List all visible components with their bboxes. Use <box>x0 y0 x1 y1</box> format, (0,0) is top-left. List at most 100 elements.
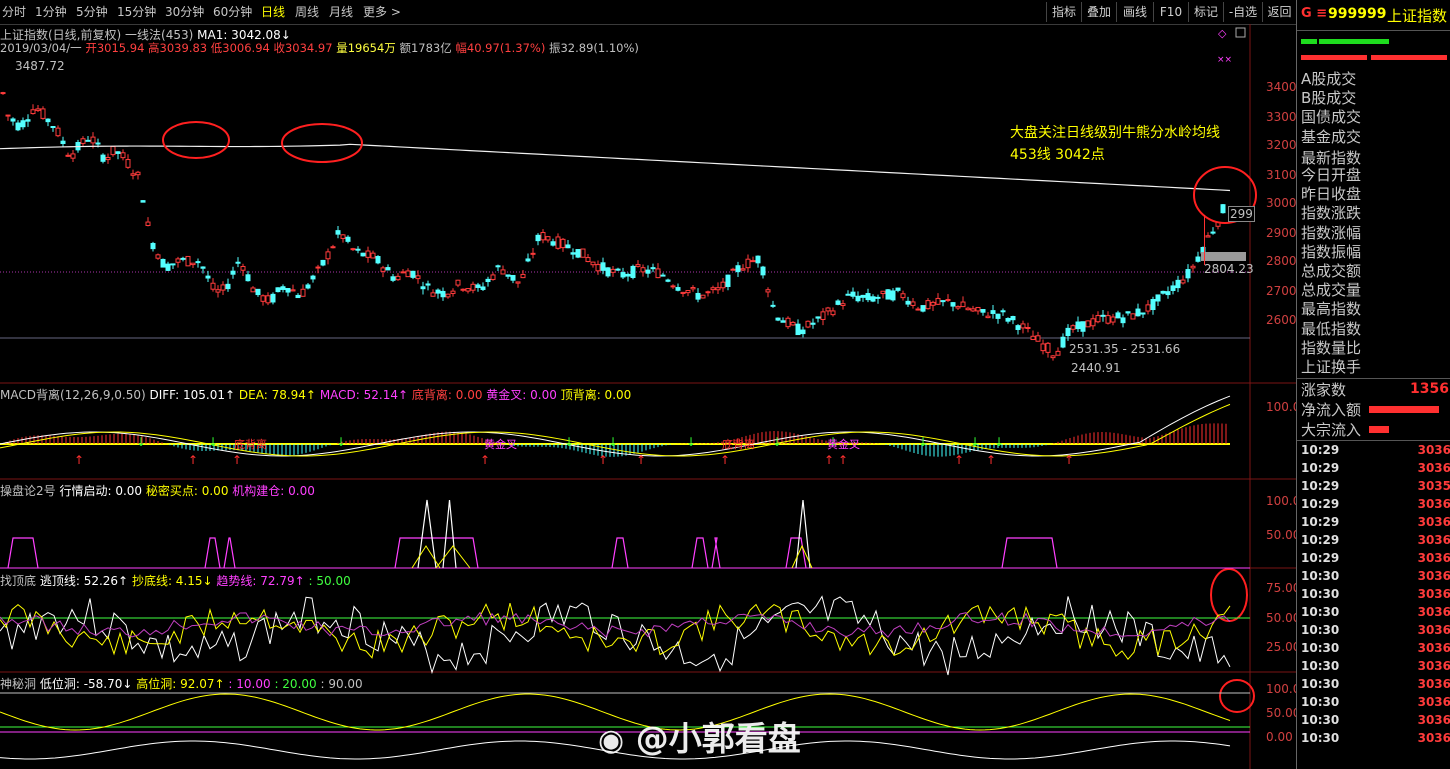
macd-dea: DEA: 78.94↑ <box>238 388 316 402</box>
period-tab-weekly[interactable]: 周线 <box>295 3 319 20</box>
period-tab-1min[interactable]: 1分钟 <box>35 3 67 20</box>
candle-body <box>880 290 886 295</box>
candle-body <box>280 286 286 290</box>
candle-body <box>560 238 566 249</box>
candle-body <box>160 258 166 268</box>
candle-body <box>170 263 176 266</box>
period-tab-more[interactable]: 更多 > <box>363 3 401 20</box>
candle-body <box>760 266 766 276</box>
candle-body <box>715 287 721 291</box>
bar-amount: 额1783亿 <box>399 41 452 55</box>
candle-body <box>690 287 696 290</box>
candle-body <box>175 258 181 263</box>
candle-body <box>1085 320 1091 328</box>
indicator-button[interactable]: 指标 <box>1046 2 1081 22</box>
quote-panel: G ≡ 999999 上证指数 A股成交 B股成交 国债成交 基金成交 最新指数 今日开盘… <box>1296 0 1450 769</box>
candle-body <box>355 248 361 251</box>
candle-body <box>660 274 666 277</box>
watchlist-button[interactable]: -自选 <box>1223 2 1262 22</box>
f10-button[interactable]: F10 <box>1153 2 1188 22</box>
candle-body <box>980 309 986 313</box>
bar-low: 低3006.94 <box>210 41 270 55</box>
candle-body <box>545 236 551 241</box>
candle-body <box>700 294 706 299</box>
range-label: 2531.35 - 2531.66 <box>1069 342 1181 356</box>
candle-body <box>1030 335 1036 341</box>
price-axis-3400: 3400 <box>1266 80 1297 94</box>
candle-body <box>555 236 561 249</box>
rise-count-label: 涨家数 <box>1301 381 1347 399</box>
macd-up-arrow: ↑ <box>720 453 730 467</box>
candle-body <box>445 293 451 298</box>
overlay-button[interactable]: 叠加 <box>1081 2 1116 22</box>
period-tab-15min[interactable]: 15分钟 <box>117 3 156 20</box>
candle-body <box>965 307 971 311</box>
candle-body <box>785 317 791 328</box>
candle-body <box>765 289 771 293</box>
bar-change: 幅40.97(1.37%) <box>455 41 546 55</box>
candle-body <box>860 294 866 298</box>
candle-body <box>915 308 921 311</box>
candle-body <box>610 268 616 273</box>
macd-up-arrow: ↑ <box>232 453 242 467</box>
candle-body <box>930 301 936 306</box>
candle-body <box>395 275 401 281</box>
candle-body <box>365 250 371 258</box>
mark-button[interactable]: 标记 <box>1188 2 1223 22</box>
candle-body <box>335 230 341 235</box>
period-tab-monthly[interactable]: 月线 <box>329 3 353 20</box>
candle-body <box>410 270 416 278</box>
low-price-label: 2440.91 <box>1071 361 1121 375</box>
candle-body <box>320 259 326 266</box>
divider-2 <box>1297 440 1450 441</box>
candle-body <box>680 291 686 294</box>
shenmi-l2: 高位洞: 92.07↑ <box>136 677 225 691</box>
period-tab-5min[interactable]: 5分钟 <box>76 3 108 20</box>
tick-value: 3036 <box>1417 659 1450 673</box>
period-tab-30min[interactable]: 30分钟 <box>165 3 204 20</box>
candle-body <box>1190 265 1196 269</box>
period-tab-fenshi[interactable]: 分时 <box>2 3 26 20</box>
tick-value: 3036 <box>1417 677 1450 691</box>
quote-label-12: 最高指数 <box>1301 300 1362 319</box>
period-tab-daily[interactable]: 日线 <box>261 3 285 20</box>
price-axis-3300: 3300 <box>1266 110 1297 124</box>
macd-up-arrow: ↑ <box>74 453 84 467</box>
tick-time: 10:29 <box>1301 479 1340 493</box>
caopan-signal <box>611 537 629 569</box>
candle-body <box>725 274 731 287</box>
caopan-signal <box>204 537 221 569</box>
watermark-text: @小郭看盘 <box>635 719 801 758</box>
candle-body <box>420 286 426 290</box>
candle-body <box>15 122 21 131</box>
caopan-l2: 秘密买点: 0.00 <box>145 484 229 498</box>
macd-mark-3: 底背离 <box>722 438 755 451</box>
candle-body <box>30 109 36 115</box>
highlight-circle <box>1210 568 1248 622</box>
candle-body <box>220 284 226 291</box>
period-tab-60min[interactable]: 60分钟 <box>213 3 252 20</box>
highlight-circle <box>281 123 363 163</box>
candle-body <box>50 125 56 128</box>
tick-value: 3036 <box>1417 569 1450 583</box>
back-button[interactable]: 返回 <box>1262 2 1296 22</box>
ohlc-line: 2019/03/04/一 开3015.94 高3039.83 低3006.94 … <box>0 40 639 56</box>
tick-time: 10:30 <box>1301 569 1340 583</box>
quote-label-10: 总成交额 <box>1301 262 1362 280</box>
tick-time: 10:30 <box>1301 677 1340 691</box>
candle-body <box>635 264 641 267</box>
macd-top-divergence: 顶背离: 0.00 <box>560 388 632 402</box>
candle-body <box>305 284 311 289</box>
candle-body <box>165 263 171 271</box>
macd-up-arrow: ↑ <box>954 453 964 467</box>
candle-body <box>845 293 851 296</box>
divider <box>1297 378 1450 379</box>
caopan-title: 操盘论2号 <box>0 484 56 498</box>
draw-line-button[interactable]: 画线 <box>1116 2 1153 22</box>
candle-body <box>1170 285 1176 291</box>
candle-body <box>705 291 711 294</box>
candle-body <box>1020 323 1026 329</box>
candle-body <box>650 267 656 270</box>
quote-label-0: A股成交 <box>1301 70 1357 88</box>
candle-body <box>325 251 331 260</box>
